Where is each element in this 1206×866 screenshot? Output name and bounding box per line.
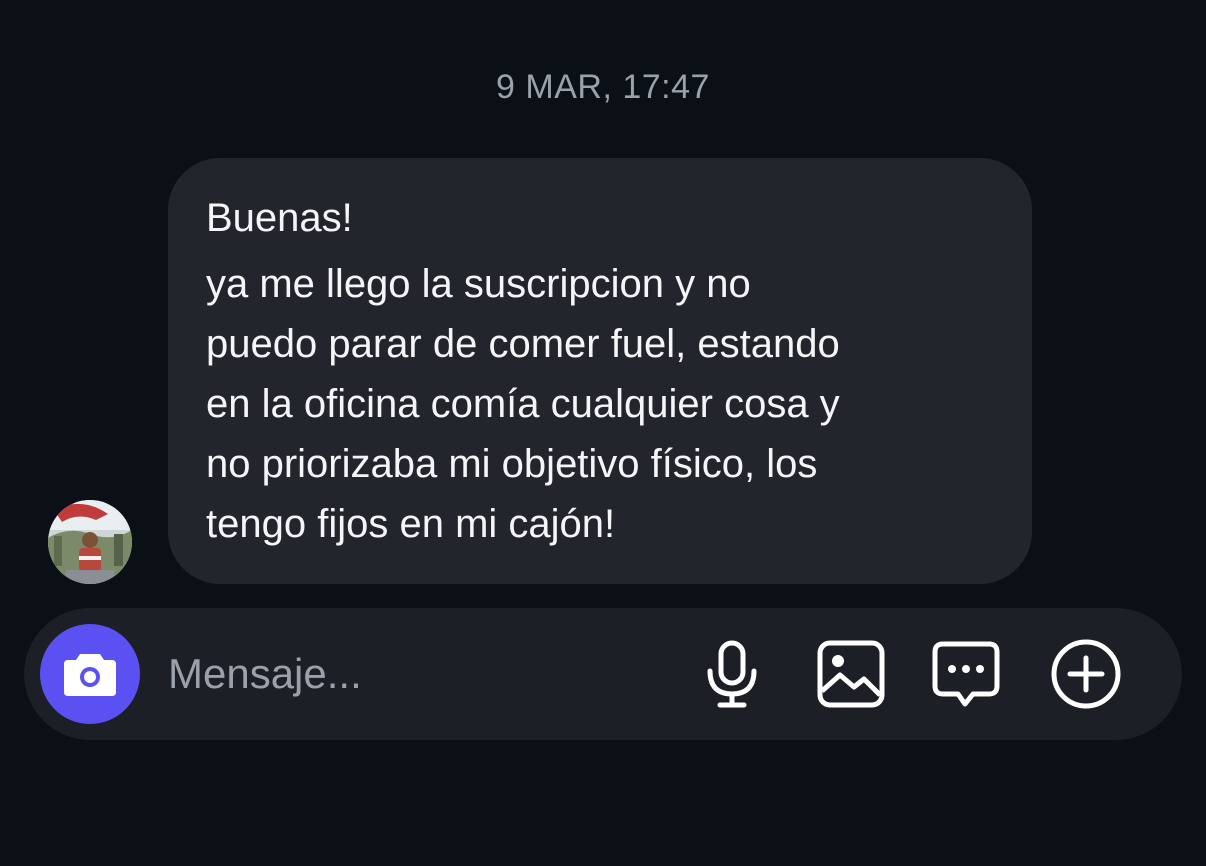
message-line: ya me llego la suscripcion y no — [206, 262, 751, 306]
plus-circle-icon — [1051, 639, 1121, 709]
message-line: Buenas! — [206, 196, 353, 240]
voice-message-button[interactable] — [692, 634, 772, 714]
message-composer — [24, 608, 1182, 740]
message-line: no priorizaba mi objetivo físico, los — [206, 442, 818, 486]
more-options-button[interactable] — [1046, 634, 1126, 714]
message-timestamp: 9 MAR, 17:47 — [496, 68, 710, 106]
camera-icon — [64, 654, 116, 696]
camera-button[interactable] — [40, 624, 140, 724]
sticker-button[interactable] — [926, 634, 1006, 714]
message-line: puedo parar de comer fuel, estando — [206, 322, 840, 366]
message-input[interactable] — [168, 644, 668, 704]
message-line: tengo fijos en mi cajón! — [206, 502, 616, 546]
avatar-photo — [48, 500, 132, 584]
gallery-button[interactable] — [811, 634, 891, 714]
microphone-icon — [707, 640, 757, 708]
chat-bubble-icon — [932, 641, 1000, 707]
image-icon — [817, 640, 885, 708]
received-message-bubble[interactable]: Buenas! ya me llego la suscripcion y no … — [168, 158, 1032, 584]
avatar[interactable] — [48, 500, 132, 584]
message-line: en la oficina comía cualquier cosa y — [206, 382, 840, 426]
